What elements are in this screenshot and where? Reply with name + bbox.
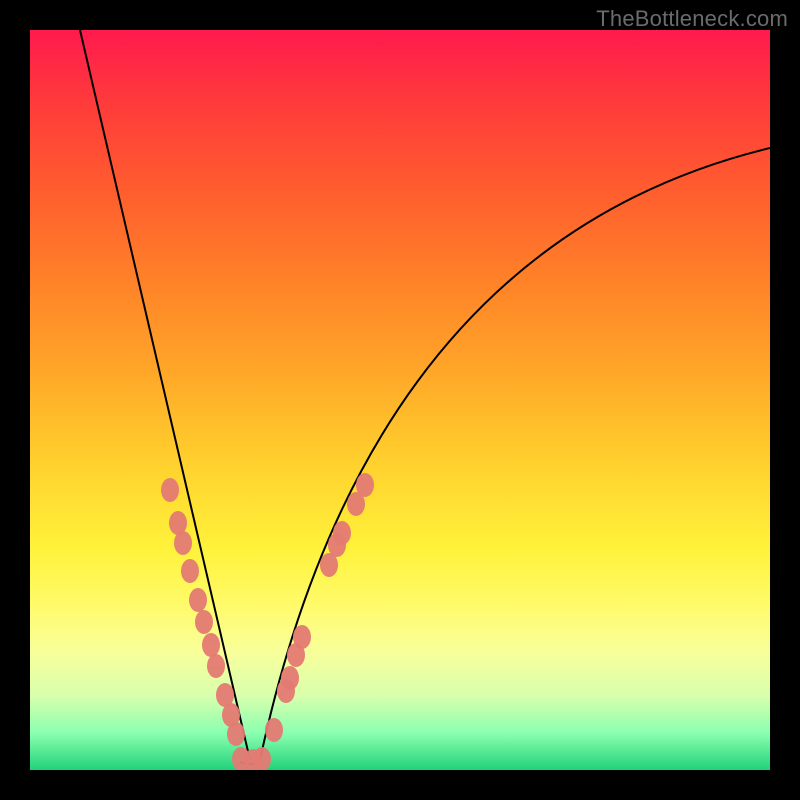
outer-frame: TheBottleneck.com <box>0 0 800 800</box>
data-marker <box>202 633 220 657</box>
data-marker <box>253 747 271 770</box>
data-marker <box>293 625 311 649</box>
chart-svg <box>30 30 770 770</box>
data-marker <box>333 521 351 545</box>
left-curve <box>80 30 250 760</box>
data-marker <box>227 722 245 746</box>
data-marker <box>356 473 374 497</box>
plot-area <box>30 30 770 770</box>
data-marker <box>195 610 213 634</box>
watermark-text: TheBottleneck.com <box>596 6 788 32</box>
data-marker <box>189 588 207 612</box>
data-marker <box>207 654 225 678</box>
right-curve <box>260 148 770 760</box>
data-marker <box>281 666 299 690</box>
data-marker <box>181 559 199 583</box>
data-marker <box>161 478 179 502</box>
data-marker <box>174 531 192 555</box>
data-marker <box>265 718 283 742</box>
